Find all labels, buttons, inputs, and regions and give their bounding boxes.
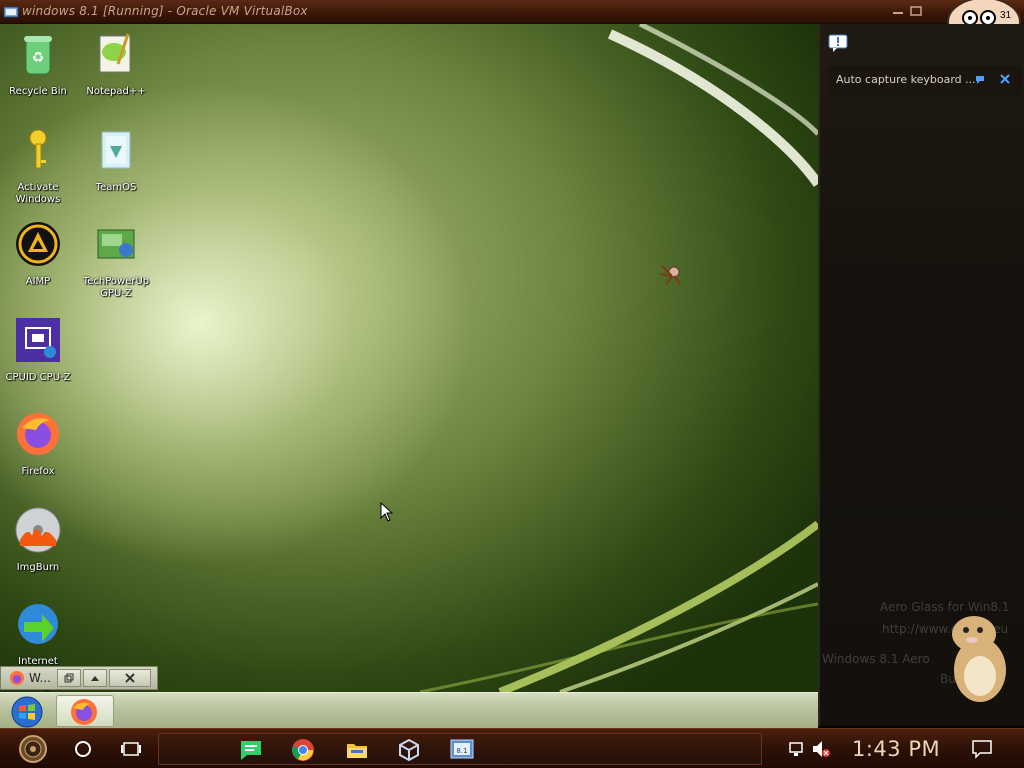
gpu-z-icon: [97, 229, 135, 259]
notification-panel: Auto capture keyboard ... Aero Glass for…: [818, 24, 1024, 726]
windows-81-vm-icon[interactable]: 8.1: [449, 738, 475, 762]
guest-taskbar: [0, 692, 818, 728]
chrome-icon[interactable]: [291, 738, 315, 762]
hamster-sticker: [952, 616, 1006, 702]
desktop-icon-label: AIMP: [25, 276, 51, 287]
desktop-icon-teamos[interactable]: TeamOS: [78, 126, 154, 194]
network-icon[interactable]: [786, 735, 808, 763]
desktop-icon-label: Firefox: [21, 466, 55, 477]
mouse-cursor-icon: [380, 502, 394, 522]
watermark-line: Windows 8.1 Aero: [822, 652, 930, 666]
notification-message: Auto capture keyboard ...: [836, 73, 976, 86]
imgburn-icon: [15, 507, 61, 553]
virtualbox-icon: [3, 6, 19, 18]
desktop-icon-label: ImgBurn: [16, 562, 60, 573]
volume-muted-icon[interactable]: [810, 735, 832, 763]
firefox-icon: [10, 671, 24, 685]
desktop-icon-recycle-bin[interactable]: ♻ Recycle Bin: [0, 30, 76, 98]
minimized-window-label: W...: [29, 671, 51, 685]
close-button[interactable]: [109, 669, 151, 687]
virtualbox-icon[interactable]: [397, 738, 421, 762]
guest-desktop[interactable]: ♻ Recycle Bin Notepad++ Activate Windows: [0, 24, 818, 692]
restore-button[interactable]: [57, 669, 81, 687]
idm-icon: [18, 604, 58, 644]
pinned-apps-bar: 8.1: [158, 733, 762, 765]
desktop-icon-cpu-z[interactable]: CPUID CPU-Z: [0, 316, 76, 384]
notification-item[interactable]: Auto capture keyboard ...: [828, 66, 1022, 96]
taskbar-firefox-button[interactable]: [56, 695, 114, 727]
minimize-icon[interactable]: [892, 6, 904, 16]
desktop-icon-label: Notepad++: [86, 86, 146, 97]
desktop-icon-label: Recycle Bin: [9, 86, 67, 97]
notification-icon[interactable]: [828, 34, 848, 52]
close-icon[interactable]: [1000, 74, 1010, 84]
clock[interactable]: 1:43 PM: [852, 737, 940, 761]
recycle-bin-icon: ♻: [24, 36, 52, 75]
maximize-icon[interactable]: [910, 6, 922, 16]
desktop-icon-aimp[interactable]: AIMP: [0, 220, 76, 288]
notepad-plus-plus-icon: [99, 33, 131, 73]
desktop-icon-activate-windows[interactable]: Activate Windows: [0, 126, 76, 206]
svg-text:8.1: 8.1: [456, 747, 467, 755]
svg-text:♻: ♻: [32, 50, 45, 66]
virtualbox-screen: windows 8.1 [Running] - Oracle VM Virtua…: [0, 0, 1024, 768]
firefox-icon: [71, 699, 97, 725]
pin-icon[interactable]: [974, 74, 986, 86]
firefox-icon: [17, 413, 59, 455]
chevron-up-icon: [91, 676, 99, 681]
desktop-bug-sprite: [659, 265, 681, 285]
notes-app-icon[interactable]: [239, 738, 263, 762]
key-icon: [29, 129, 47, 169]
task-view-icon[interactable]: [118, 735, 144, 763]
teamos-icon: [101, 131, 131, 169]
desktop-icon-label: CPUID CPU-Z: [5, 372, 71, 383]
desktop-icon-label: TeamOS: [95, 182, 137, 193]
action-center-icon[interactable]: [970, 735, 994, 763]
desktop-icon-label: TechPowerUp GPU-Z: [82, 276, 150, 299]
start-orb-icon[interactable]: [10, 735, 56, 763]
host-titlebar: windows 8.1 [Running] - Oracle VM Virtua…: [0, 0, 1024, 24]
host-window-title: windows 8.1 [Running] - Oracle VM Virtua…: [22, 4, 308, 18]
aimp-icon: [16, 222, 60, 266]
svg-text:31: 31: [1000, 10, 1012, 21]
windows-start-icon[interactable]: [6, 696, 48, 728]
host-taskbar: 8.1 1:43 PM: [0, 728, 1024, 768]
cpu-z-icon: [16, 318, 60, 362]
desktop-icon-label: Activate Windows: [15, 182, 61, 205]
desktop-icon-gpu-z[interactable]: TechPowerUp GPU-Z: [78, 220, 154, 300]
cortana-icon[interactable]: [70, 735, 96, 763]
desktop-icon-notepad-plus-plus[interactable]: Notepad++: [78, 30, 154, 98]
minimized-window-strip[interactable]: W...: [0, 666, 158, 690]
maximize-button[interactable]: [83, 669, 107, 687]
wallpaper-swoosh: [419, 24, 818, 692]
desktop-icon-firefox[interactable]: Firefox: [0, 410, 76, 478]
desktop-icon-imgburn[interactable]: ImgBurn: [0, 506, 76, 574]
restore-icon: [64, 673, 74, 683]
file-explorer-icon[interactable]: [345, 738, 369, 762]
close-icon: [125, 673, 135, 683]
